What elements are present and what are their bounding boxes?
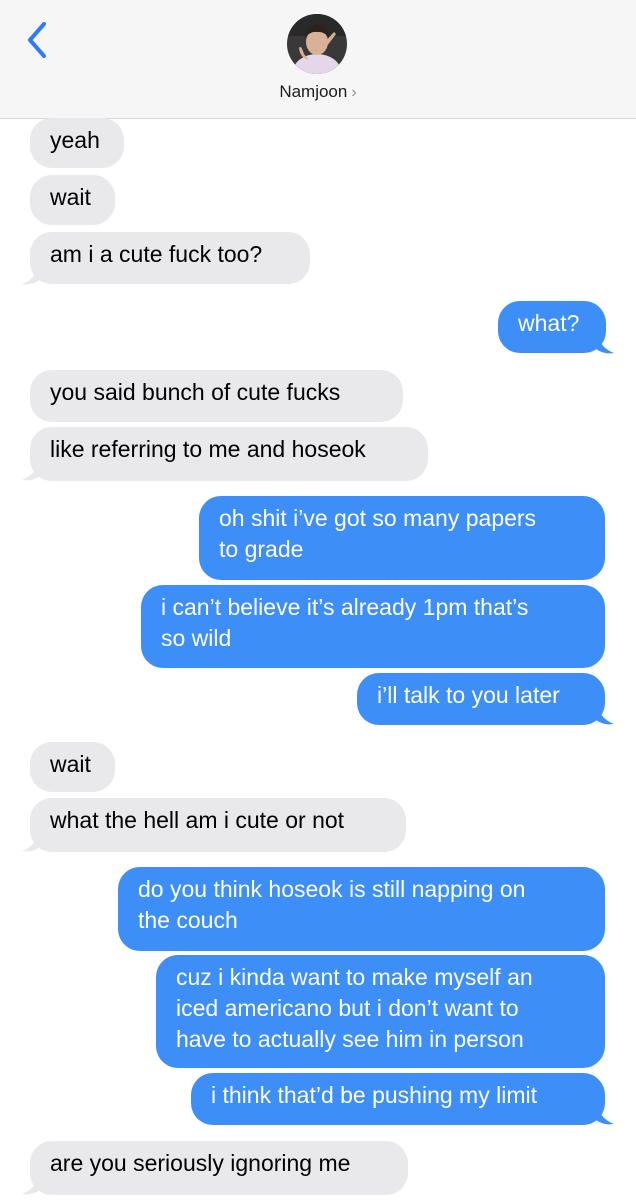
outgoing-message[interactable]: do you think hoseok is still napping on …: [118, 867, 605, 951]
avatar-photo-icon: [287, 14, 347, 74]
bubble-tail: [592, 702, 614, 725]
incoming-message[interactable]: yeah: [30, 118, 124, 168]
contact-name: Namjoon: [279, 82, 348, 101]
contact-avatar[interactable]: [287, 14, 347, 74]
incoming-message[interactable]: wait: [30, 742, 115, 792]
bubble-tail: [22, 458, 44, 481]
outgoing-message[interactable]: i can’t believe it’s already 1pm that’s …: [141, 585, 605, 668]
incoming-message[interactable]: like referring to me and hoseok: [30, 427, 428, 481]
bubble-tail: [592, 1102, 614, 1125]
chevron-right-icon: ›: [351, 84, 357, 101]
back-chevron-icon[interactable]: [20, 18, 56, 62]
bubble-tail: [22, 829, 44, 852]
incoming-message[interactable]: am i a cute fuck too?: [30, 232, 310, 284]
outgoing-message[interactable]: i think that’d be pushing my limit: [191, 1073, 605, 1125]
conversation-header: Namjoon ›: [0, 0, 636, 119]
incoming-message[interactable]: what the hell am i cute or not: [30, 798, 406, 852]
bubble-tail: [22, 1172, 44, 1195]
bubble-tail: [592, 331, 614, 354]
outgoing-message[interactable]: i’ll talk to you later: [357, 673, 605, 725]
incoming-message[interactable]: you said bunch of cute fucks: [30, 370, 403, 422]
outgoing-message[interactable]: cuz i kinda want to make myself an iced …: [156, 955, 605, 1068]
outgoing-message[interactable]: oh shit i’ve got so many papers to grade: [199, 496, 605, 580]
incoming-message[interactable]: are you seriously ignoring me: [30, 1141, 408, 1195]
bubble-tail: [22, 262, 44, 285]
incoming-message[interactable]: wait: [30, 175, 115, 225]
outgoing-message[interactable]: what?: [498, 301, 606, 353]
contact-name-button[interactable]: Namjoon ›: [0, 82, 636, 102]
